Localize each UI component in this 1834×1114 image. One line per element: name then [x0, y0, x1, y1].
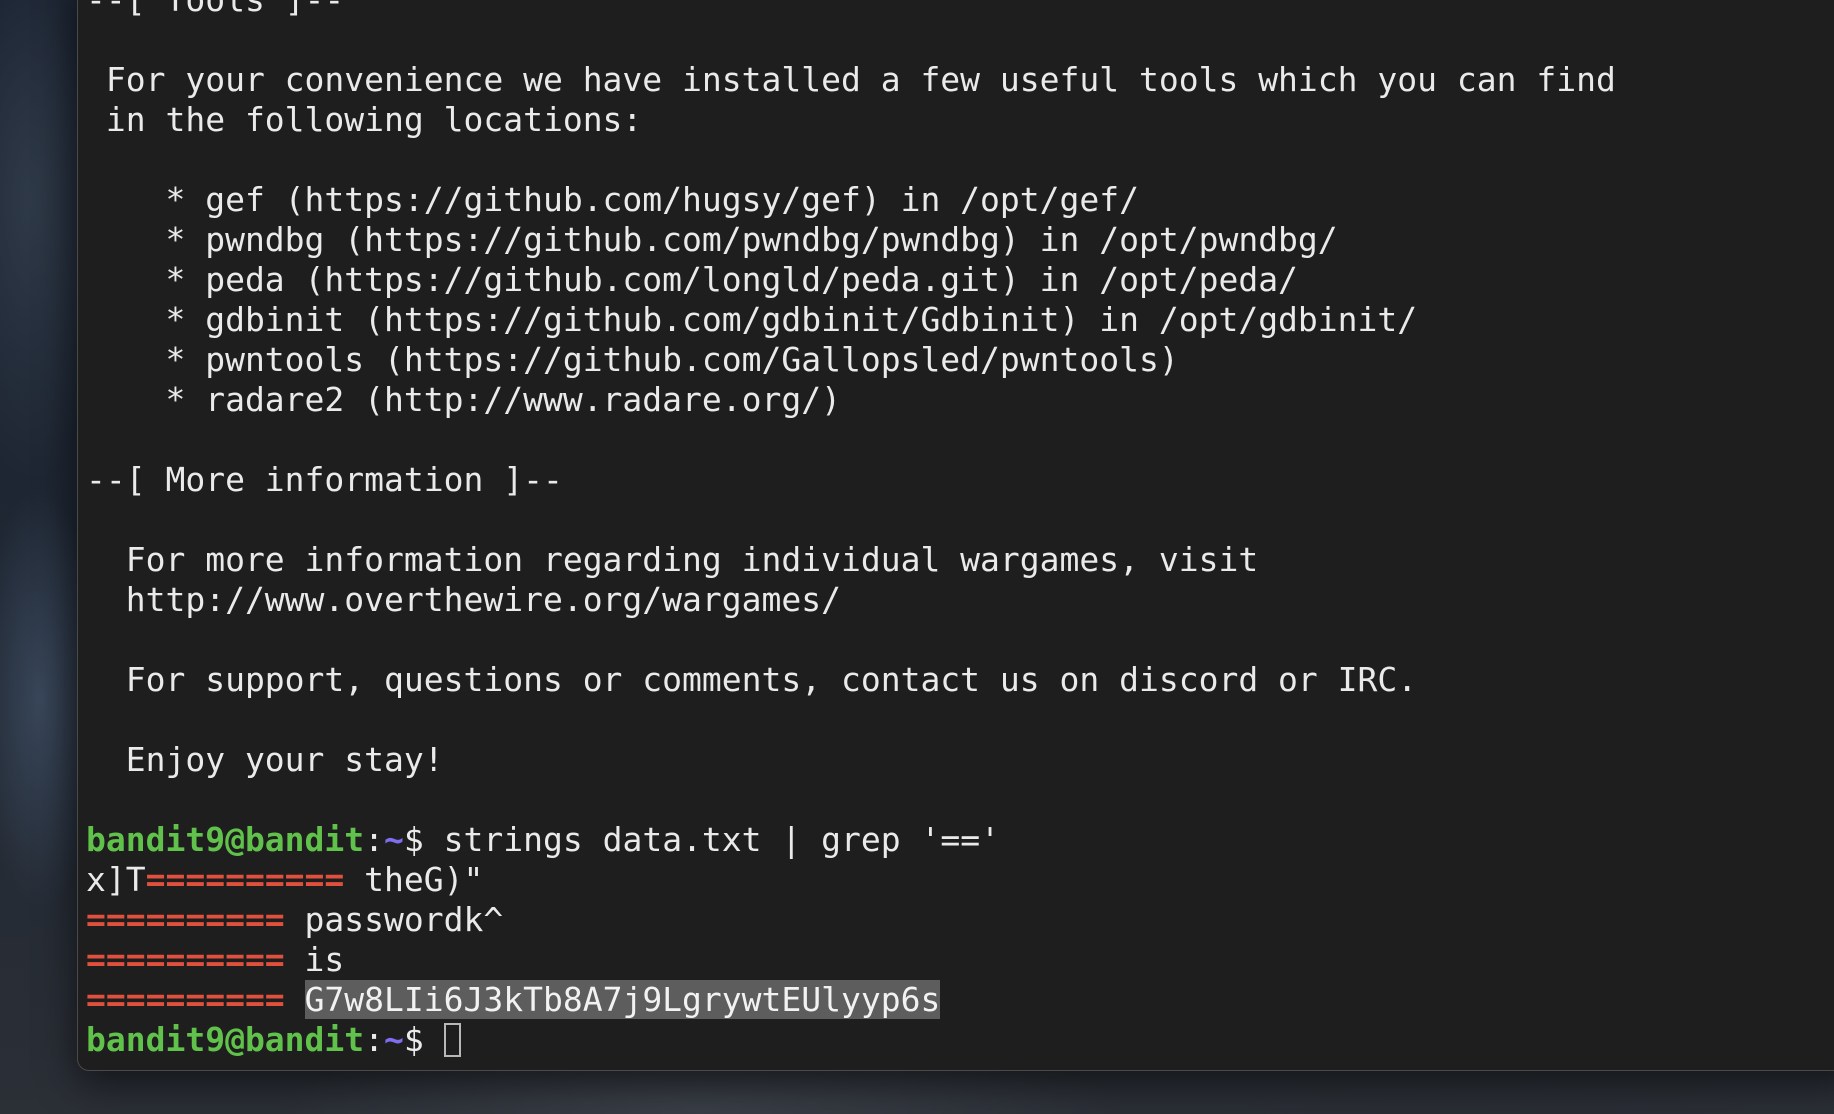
terminal-line: * radare2 (http://www.radare.org/): [86, 380, 841, 419]
output-line: x]T========== theG)": [86, 860, 1834, 900]
terminal-line: * peda (https://github.com/longld/peda.g…: [86, 260, 1298, 299]
prompt-dollar: $: [403, 1020, 444, 1059]
output-line: ========== passwordk^: [86, 900, 1834, 940]
terminal-line: --[ More information ]--: [86, 460, 563, 499]
prompt-user: bandit9@bandit: [86, 820, 365, 859]
prompt-user: bandit9@bandit: [86, 1020, 365, 1059]
output-text: passwordk^: [284, 900, 504, 939]
output-text: x]T: [86, 860, 146, 899]
prompt-colon: :: [364, 820, 385, 859]
terminal-line: For your convenience we have installed a…: [86, 60, 1616, 99]
prompt-path: ~: [384, 820, 404, 859]
output-line: ========== G7w8LIi6J3kTb8A7j9LgrywtEUlyy…: [86, 980, 1834, 1020]
prompt-path: ~: [384, 1020, 404, 1059]
text-cursor[interactable]: [443, 1023, 461, 1057]
prompt-dollar: $: [403, 820, 444, 859]
terminal-line: in the following locations:: [86, 100, 643, 139]
output-text: theG)": [344, 860, 484, 899]
terminal-window[interactable]: --[ Tools ]-- For your convenience we ha…: [77, 0, 1834, 1071]
command-line: bandit9@bandit:~$ strings data.txt | gre…: [86, 820, 1834, 860]
command-text: strings data.txt | grep '==': [443, 820, 1000, 859]
output-text: is: [284, 940, 345, 979]
active-prompt-line[interactable]: bandit9@bandit:~$: [86, 1020, 1834, 1060]
grep-match: ==========: [145, 860, 345, 899]
terminal-line: * pwntools (https://github.com/Gallopsle…: [86, 340, 1179, 379]
terminal-line: * pwndbg (https://github.com/pwndbg/pwnd…: [86, 220, 1338, 259]
selected-password-text[interactable]: G7w8LIi6J3kTb8A7j9LgrywtEUlyyp6s: [304, 980, 941, 1019]
terminal-line: For support, questions or comments, cont…: [86, 660, 1418, 699]
terminal-line: Enjoy your stay!: [86, 740, 444, 779]
terminal-line: --[ Tools ]--: [86, 0, 1834, 20]
terminal-line: For more information regarding individua…: [86, 540, 1259, 579]
terminal-line: * gdbinit (https://github.com/gdbinit/Gd…: [86, 300, 1418, 339]
output-line: ========== is: [86, 940, 1834, 980]
grep-match: ==========: [86, 940, 285, 979]
grep-match: ==========: [86, 980, 285, 1019]
terminal-line: http://www.overthewire.org/wargames/: [86, 580, 841, 619]
prompt-colon: :: [364, 1020, 385, 1059]
grep-match: ==========: [86, 900, 285, 939]
terminal-line: * gef (https://github.com/hugsy/gef) in …: [86, 180, 1139, 219]
terminal-output[interactable]: --[ Tools ]-- For your convenience we ha…: [86, 0, 1834, 1060]
